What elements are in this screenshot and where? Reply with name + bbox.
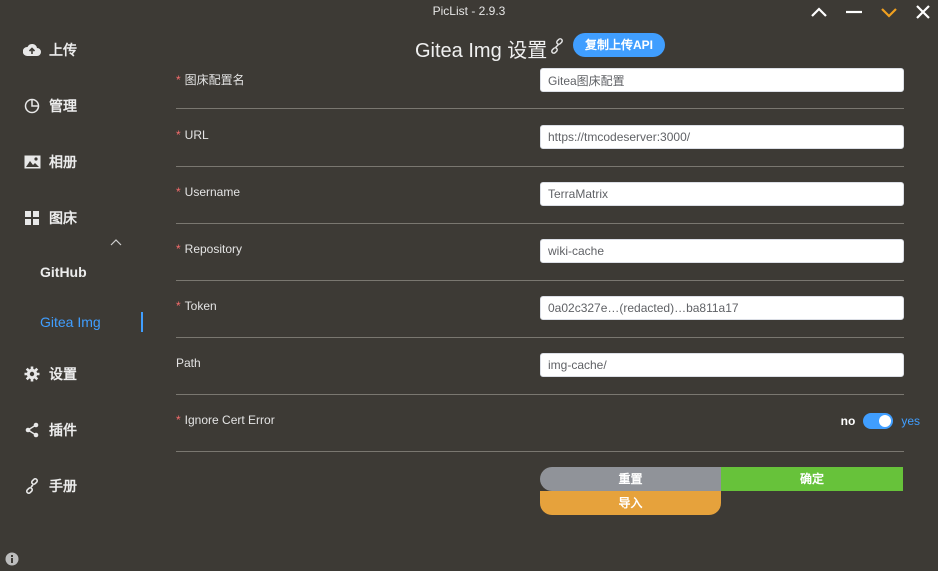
sidebar-item-settings[interactable]: 设置	[0, 354, 158, 394]
form-row-path: Path	[176, 337, 904, 395]
chevron-down-icon[interactable]	[876, 2, 902, 22]
chevron-up-icon[interactable]	[806, 2, 832, 22]
required-mark: *	[176, 128, 181, 142]
field-label: * 图床配置名	[176, 73, 245, 87]
close-icon[interactable]	[910, 2, 936, 22]
share-icon	[23, 421, 41, 439]
form-row-token: * Token	[176, 280, 904, 338]
pie-chart-icon	[23, 97, 41, 115]
repository-input[interactable]	[540, 239, 904, 263]
sidebar-item-label: 插件	[49, 422, 77, 438]
active-indicator	[141, 312, 143, 332]
sidebar-item-upload[interactable]: 上传	[0, 30, 158, 70]
form-row-repository: * Repository	[176, 223, 904, 281]
image-icon	[23, 153, 41, 171]
settings-panel: Gitea Img 设置 复制上传API *图床配置名 *URL *Userna…	[160, 24, 938, 571]
username-input[interactable]	[540, 182, 904, 206]
form-row-config-name: * 图床配置名	[176, 56, 904, 109]
field-label: * Username	[176, 185, 241, 199]
sidebar-item-label: 图床	[49, 210, 77, 226]
upload-icon	[23, 41, 41, 59]
ignore-cert-switch-group: no yes	[841, 413, 920, 429]
sidebar-subitem-github[interactable]: GitHub	[40, 264, 87, 280]
ignore-cert-toggle[interactable]	[863, 413, 894, 429]
chevron-up-icon[interactable]	[110, 234, 122, 249]
field-label: Path	[176, 356, 201, 370]
reset-button[interactable]: 重置	[540, 467, 721, 491]
confirm-button[interactable]: 确定	[721, 467, 903, 491]
switch-knob	[879, 415, 892, 427]
sidebar-item-plugins[interactable]: 插件	[0, 410, 158, 450]
required-mark: *	[176, 299, 181, 313]
sidebar-item-label: 相册	[49, 154, 77, 170]
minimize-icon[interactable]	[841, 2, 867, 22]
required-mark: *	[176, 73, 181, 87]
required-mark: *	[176, 185, 181, 199]
title-bar: PicList - 2.9.3	[0, 0, 938, 24]
sidebar-item-label: 手册	[49, 478, 77, 494]
grid-icon	[23, 209, 41, 227]
form-row-ignore-cert: * Ignore Cert Error no yes	[176, 394, 920, 452]
sidebar-item-manual[interactable]: 手册	[0, 466, 158, 506]
token-input[interactable]	[540, 296, 904, 320]
link-icon[interactable]	[549, 38, 565, 57]
sidebar-item-gallery[interactable]: 相册	[0, 142, 158, 182]
field-label: * Ignore Cert Error	[176, 413, 275, 427]
sidebar-subitem-gitea-img[interactable]: Gitea Img	[40, 314, 101, 330]
import-button[interactable]: 导入	[540, 491, 721, 515]
sidebar: 上传 管理 相册 图床 GitHub Gitea Img 设置 插件 手册	[0, 24, 160, 571]
path-input[interactable]	[540, 353, 904, 377]
link-icon	[23, 477, 41, 495]
app-title: PicList - 2.9.3	[432, 4, 506, 18]
required-mark: *	[176, 242, 181, 256]
field-label: * URL	[176, 128, 209, 142]
config-name-input[interactable]	[540, 68, 904, 92]
info-icon[interactable]	[5, 552, 19, 569]
sidebar-item-label: 设置	[49, 366, 77, 382]
switch-off-label[interactable]: no	[841, 414, 856, 428]
field-label: * Repository	[176, 242, 243, 256]
sidebar-item-label: 管理	[49, 98, 77, 114]
sidebar-item-picbed[interactable]: 图床	[0, 198, 158, 238]
sidebar-item-manage[interactable]: 管理	[0, 86, 158, 126]
gear-icon	[23, 365, 41, 383]
required-mark: *	[176, 413, 181, 427]
form-row-username: * Username	[176, 166, 904, 224]
form-row-url: * URL	[176, 109, 904, 167]
copy-upload-api-button[interactable]: 复制上传API	[573, 33, 666, 57]
switch-on-label[interactable]: yes	[901, 414, 920, 428]
field-label: * Token	[176, 299, 217, 313]
sidebar-item-label: 上传	[49, 42, 77, 58]
url-input[interactable]	[540, 125, 904, 149]
